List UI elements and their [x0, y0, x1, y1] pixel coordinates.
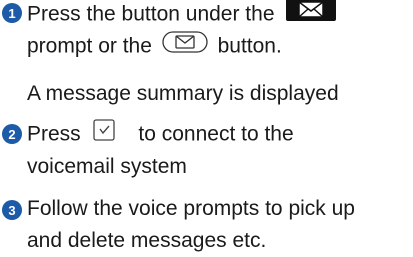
step-number-badge: 2 [2, 124, 22, 144]
step-3-line-2: and delete messages etc. [27, 229, 267, 252]
step-3-line-1: Follow the voice prompts to pick up [27, 197, 355, 220]
step-number-badge: 1 [2, 3, 22, 23]
step-1-line-2: prompt or the button. [27, 31, 282, 61]
handset-button-icon [92, 119, 115, 147]
step-2-text-a: Press [27, 122, 81, 146]
step-number-badge: 3 [2, 200, 22, 220]
envelope-prompt-icon [286, 0, 337, 27]
step-1-line-1: Press the button under the [27, 0, 337, 30]
message-button-icon [162, 31, 208, 59]
step-2-text-b: to connect to the [138, 122, 294, 146]
step-2-line-1: Press to connect to the [27, 119, 294, 149]
step-1-note: A message summary is displayed [27, 82, 339, 105]
step-1-text-c: button. [217, 34, 282, 58]
step-1-text-a: Press the button under the [27, 2, 275, 26]
step-2-line-2: voicemail system [27, 155, 187, 178]
step-1-text-b: prompt or the [27, 34, 152, 58]
